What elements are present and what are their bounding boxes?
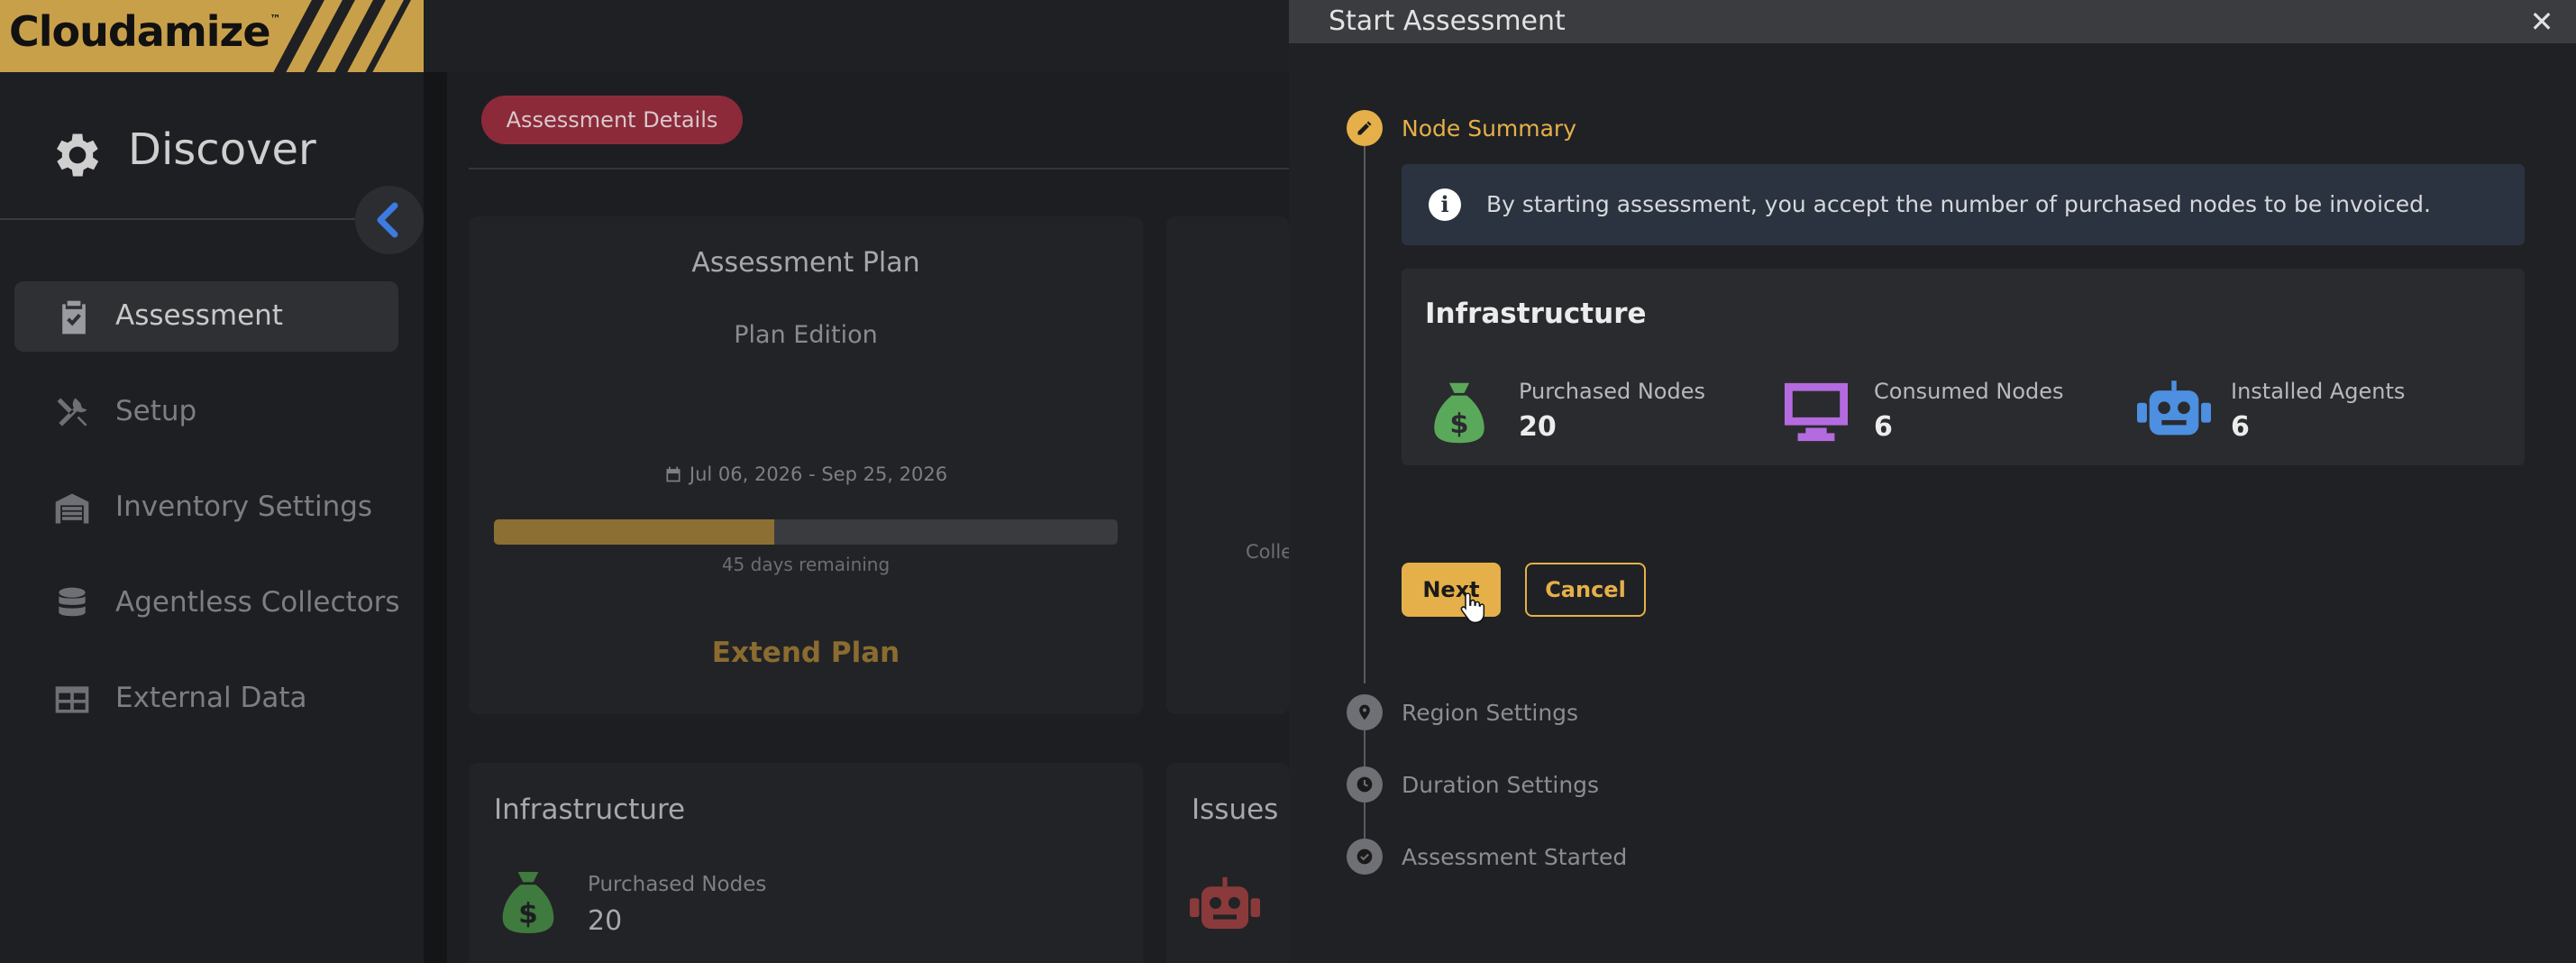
tools-icon — [57, 398, 87, 426]
sidebar-item-setup[interactable]: Setup — [14, 377, 398, 447]
panel-header: Start Assessment ✕ — [1289, 0, 2576, 43]
pencil-icon — [1357, 121, 1372, 135]
issues-card-title: Issues — [1192, 793, 1279, 826]
logo[interactable]: Cloudamize™ — [0, 0, 424, 72]
svg-text:$: $ — [518, 898, 538, 931]
svg-text:$: $ — [1449, 408, 1468, 440]
robot-icon — [2137, 381, 2211, 436]
stepper-line — [1364, 144, 1366, 683]
money-bag-icon: $ — [502, 872, 554, 933]
robot-icon — [1190, 876, 1260, 929]
calendar-icon — [666, 466, 681, 482]
tab-divider — [469, 168, 1289, 170]
extend-plan-link[interactable]: Extend Plan — [469, 637, 1143, 669]
plan-days-remaining: 45 days remaining — [721, 554, 891, 575]
sidebar-item-external-data[interactable]: External Data — [14, 664, 398, 734]
purchased-nodes-label: Purchased Nodes — [1519, 379, 1705, 404]
installed-agents-label: Installed Agents — [2231, 379, 2406, 404]
step-assessment-started-marker — [1347, 839, 1383, 875]
purchased-nodes-label: Purchased Nodes — [588, 873, 767, 896]
check-icon — [1357, 848, 1373, 865]
info-alert: i By starting assessment, you accept the… — [1402, 164, 2525, 245]
sidebar-item-agentless-collectors[interactable]: Agentless Collectors — [14, 568, 400, 638]
plan-dates: Jul 06, 2026 - Sep 25, 2026 — [469, 463, 1143, 485]
step-assessment-started[interactable]: Assessment Started — [1402, 844, 1627, 870]
step-duration-settings[interactable]: Duration Settings — [1402, 772, 1599, 798]
clipboard-check-icon — [62, 300, 86, 335]
sidebar-divider-line — [0, 218, 357, 220]
step-connector — [1364, 730, 1366, 766]
sidebar-item-label: External Data — [115, 682, 307, 714]
sidebar-item-label: Agentless Collectors — [115, 586, 400, 619]
step-region-settings[interactable]: Region Settings — [1402, 700, 1578, 726]
sidebar-item-label: Setup — [115, 395, 197, 427]
info-icon: i — [1429, 188, 1461, 221]
infrastructure-title: Infrastructure — [1425, 298, 1647, 330]
warehouse-icon — [55, 493, 89, 524]
monitor-icon — [1785, 382, 1848, 442]
infrastructure-summary: Infrastructure $ Purchased Nodes 20 Cons… — [1402, 269, 2525, 465]
infrastructure-card: Infrastructure $ Purchased Nodes 20 — [469, 763, 1143, 963]
table-icon — [55, 686, 89, 713]
money-bag-icon: $ — [1434, 382, 1484, 444]
step-node-summary[interactable]: Node Summary — [1402, 115, 1576, 142]
step-duration-settings-marker — [1347, 766, 1383, 802]
next-button[interactable]: Next — [1402, 563, 1501, 617]
sidebar-item-label: Inventory Settings — [115, 491, 373, 523]
close-icon[interactable]: ✕ — [2526, 5, 2558, 38]
sidebar-item-assessment[interactable]: Assessment — [14, 281, 398, 352]
plan-progress-fill — [494, 519, 775, 545]
issues-card: Issues — [1166, 763, 1289, 963]
assessment-plan-card: Assessment Plan Plan Edition Jul 06, 202… — [469, 216, 1143, 714]
hand-cursor-icon — [1460, 592, 1485, 624]
step-node-summary-marker — [1347, 110, 1383, 146]
sidebar-divider — [424, 72, 447, 963]
clock-icon — [1357, 776, 1373, 793]
tab-assessment-details[interactable]: Assessment Details — [481, 96, 743, 144]
step-region-settings-marker — [1347, 694, 1383, 730]
map-pin-icon — [1359, 704, 1370, 720]
collectors-card: Colle — [1166, 216, 1293, 714]
info-text: By starting assessment, you accept the n… — [1486, 191, 2431, 217]
cancel-button[interactable]: Cancel — [1525, 563, 1646, 617]
sidebar-item-label: Assessment — [115, 299, 283, 332]
installed-agents-value: 6 — [2231, 411, 2250, 443]
consumed-nodes-label: Consumed Nodes — [1874, 379, 2064, 404]
collapse-sidebar-button[interactable] — [355, 186, 424, 254]
step-connector — [1364, 802, 1366, 839]
sidebar-item-inventory-settings[interactable]: Inventory Settings — [14, 472, 398, 543]
database-icon — [59, 587, 86, 617]
start-assessment-panel: Start Assessment ✕ — [1289, 0, 2576, 963]
plan-edition: Plan Edition — [734, 321, 878, 349]
logo-text: Cloudamize™ — [9, 7, 281, 56]
collectors-card-text: Colle — [1246, 541, 1293, 563]
consumed-nodes-value: 6 — [1874, 411, 1893, 443]
panel-title: Start Assessment — [1329, 5, 1566, 37]
plan-progress-bar — [494, 519, 1118, 545]
sidebar-title: Discover — [128, 124, 316, 175]
chevron-left-icon — [377, 202, 398, 238]
plan-title: Assessment Plan — [691, 247, 920, 279]
purchased-nodes-value: 20 — [1519, 411, 1557, 443]
infrastructure-card-title: Infrastructure — [494, 793, 686, 826]
purchased-nodes-value: 20 — [588, 905, 623, 937]
gear-icon — [57, 133, 99, 177]
